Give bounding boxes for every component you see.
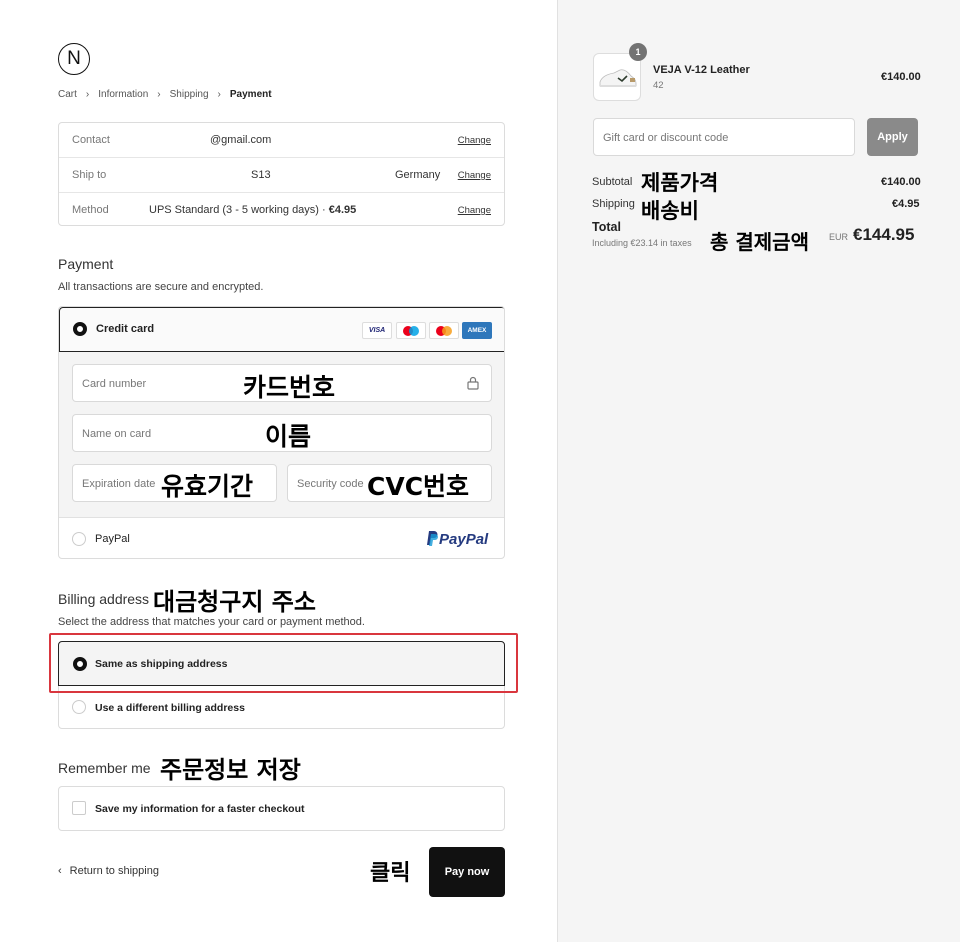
shipping-label: Shipping <box>592 198 635 210</box>
return-to-shipping-link[interactable]: ‹ Return to shipping <box>58 865 159 877</box>
annotation-expiry: 유효기간 <box>161 472 254 501</box>
payment-title: Payment <box>58 256 114 272</box>
different-billing-radio[interactable] <box>72 700 86 714</box>
paypal-option[interactable]: PayPal PayPal <box>59 518 504 558</box>
gift-card-placeholder: Gift card or discount code <box>603 132 729 144</box>
taxes-note: Including €23.14 in taxes <box>592 238 692 248</box>
contact-value: @gmail.com <box>210 134 272 146</box>
billing-title: Billing address <box>58 591 150 607</box>
save-info-label: Save my information for a faster checkou… <box>95 803 305 815</box>
annotation-card-number: 카드번호 <box>243 373 336 402</box>
method-price: €4.95 <box>328 204 357 216</box>
gift-card-input[interactable]: Gift card or discount code <box>593 118 855 156</box>
billing-subtitle: Select the address that matches your car… <box>58 616 365 628</box>
contact-label: Contact <box>72 134 110 146</box>
remember-title: Remember me <box>58 760 151 776</box>
annotation-shipping-fee: 배송비 <box>641 199 699 223</box>
annotation-name: 이름 <box>265 422 312 451</box>
name-on-card-placeholder: Name on card <box>82 428 152 440</box>
breadcrumb-shipping[interactable]: Shipping <box>170 89 209 100</box>
product-price: €140.00 <box>881 71 921 83</box>
maestro-icon <box>396 322 426 339</box>
subtotal-value: €140.00 <box>881 176 921 188</box>
return-label: Return to shipping <box>69 865 159 877</box>
ship-to-value: S13 <box>251 169 271 181</box>
paypal-radio[interactable] <box>72 532 86 546</box>
chevron-right-icon: › <box>157 89 161 100</box>
contact-row: Contact @gmail.com Change <box>59 123 504 157</box>
apply-button[interactable]: Apply <box>867 118 918 156</box>
ship-to-row: Ship to S13 Germany Change <box>59 157 504 191</box>
quantity-badge: 1 <box>629 43 647 61</box>
credit-card-radio[interactable] <box>73 322 87 336</box>
security-code-placeholder: Security code <box>297 478 364 490</box>
paypal-logo: PayPal <box>425 530 488 548</box>
product-name: VEJA V-12 Leather <box>653 64 750 76</box>
card-number-placeholder: Card number <box>82 378 147 390</box>
store-logo[interactable]: N <box>58 43 90 75</box>
ship-to-country: Germany <box>395 169 441 181</box>
breadcrumb-information[interactable]: Information <box>98 89 148 100</box>
ship-to-label: Ship to <box>72 169 107 181</box>
annotation-cvc: CVC번호 <box>367 472 470 501</box>
product-variant: 42 <box>653 80 664 91</box>
shipping-value: €4.95 <box>892 198 920 210</box>
currency-code: EUR <box>829 232 849 242</box>
subtotal-label: Subtotal <box>592 176 633 188</box>
amex-icon: AMEX <box>462 322 492 339</box>
total-label: Total <box>592 220 621 234</box>
paypal-logo-text: PayPal <box>439 531 489 548</box>
lock-icon <box>467 376 479 395</box>
annotation-total: 총 결제금액 <box>710 230 809 254</box>
breadcrumb: Cart › Information › Shipping › Payment <box>58 89 272 100</box>
change-method-link[interactable]: Change <box>458 205 491 216</box>
visa-icon: VISA <box>362 322 392 339</box>
highlight-box <box>49 633 518 693</box>
chevron-right-icon: › <box>85 89 90 100</box>
method-name: UPS Standard (3 - 5 working days) · <box>149 204 329 216</box>
method-row: Method UPS Standard (3 - 5 working days)… <box>59 192 504 226</box>
chevron-left-icon: ‹ <box>58 865 62 877</box>
annotation-billing: 대금청구지 주소 <box>153 588 316 616</box>
annotation-remember: 주문정보 저장 <box>160 756 301 784</box>
payment-subtitle: All transactions are secure and encrypte… <box>58 281 264 293</box>
sneaker-image <box>599 69 637 87</box>
pay-now-button[interactable]: Pay now <box>429 847 505 897</box>
different-billing-label: Use a different billing address <box>95 702 245 714</box>
save-info-checkbox[interactable] <box>72 801 86 815</box>
expiration-placeholder: Expiration date <box>82 478 156 490</box>
method-label: Method <box>72 204 109 216</box>
annotation-click: 클릭 <box>370 861 411 886</box>
mastercard-icon <box>429 322 459 339</box>
change-ship-to-link[interactable]: Change <box>458 170 491 181</box>
paypal-label: PayPal <box>95 533 130 545</box>
breadcrumb-cart[interactable]: Cart <box>58 89 77 100</box>
credit-card-option[interactable]: Credit card VISA AMEX <box>59 307 504 352</box>
change-contact-link[interactable]: Change <box>458 135 491 146</box>
chevron-right-icon: › <box>217 89 221 100</box>
remember-box: Save my information for a faster checkou… <box>58 786 505 831</box>
total-value: €144.95 <box>853 225 915 244</box>
breadcrumb-payment: Payment <box>229 89 272 100</box>
order-info-box: Contact @gmail.com Change Ship to S13 Ge… <box>58 122 505 226</box>
annotation-product-price: 제품가격 <box>641 171 719 195</box>
logo-letter: N <box>67 48 81 69</box>
method-value: UPS Standard (3 - 5 working days) · €4.9… <box>149 204 356 216</box>
credit-card-label: Credit card <box>96 323 155 335</box>
checkout-main: N Cart › Information › Shipping › Paymen… <box>0 0 557 942</box>
